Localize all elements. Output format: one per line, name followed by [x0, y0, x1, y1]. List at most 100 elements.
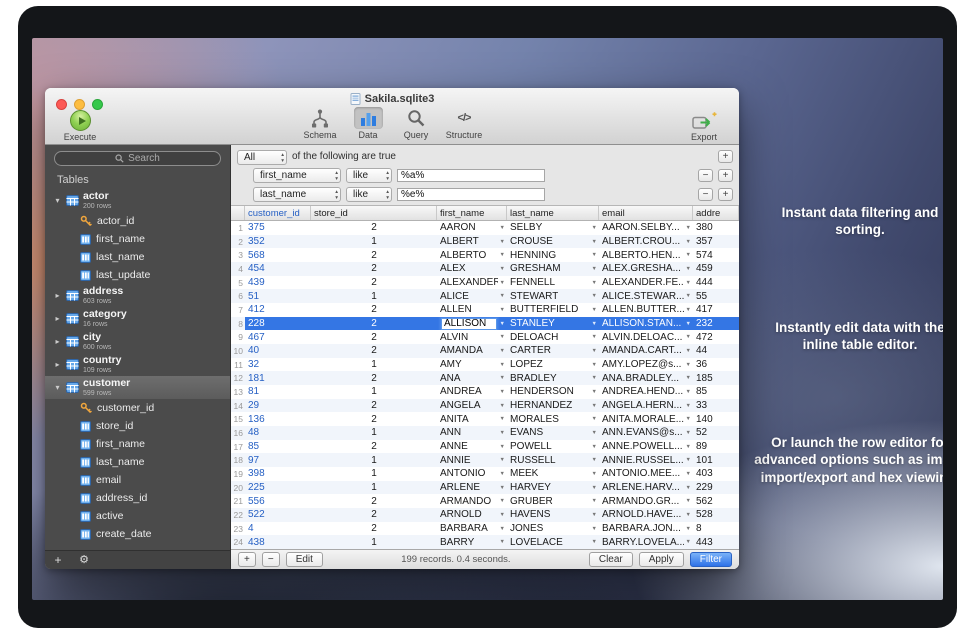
- cell-store_id[interactable]: 2: [311, 371, 437, 385]
- add-table-button[interactable]: +: [45, 551, 71, 569]
- cell-first_name[interactable]: ARMANDO▼: [437, 494, 507, 508]
- cell-last_name[interactable]: GRUBER▼: [507, 494, 599, 508]
- cell-address_id[interactable]: 185: [693, 371, 739, 385]
- sidebar-field-actor_id[interactable]: actor_id: [45, 212, 230, 230]
- cell-customer_id[interactable]: 439: [245, 276, 311, 290]
- cell-last_name[interactable]: EVANS▼: [507, 426, 599, 440]
- table-row-19[interactable]: 193981ANTONIO▼MEEK▼ANTONIO.MEE...▼403: [231, 467, 739, 481]
- cell-customer_id[interactable]: 181: [245, 371, 311, 385]
- table-row-15[interactable]: 151362ANITA▼MORALES▼ANITA.MORALE...▼140: [231, 412, 739, 426]
- inline-edit-field[interactable]: ALLISON: [441, 318, 497, 330]
- cell-address_id[interactable]: 403: [693, 467, 739, 481]
- cell-store_id[interactable]: 2: [311, 344, 437, 358]
- cell-email[interactable]: ANGELA.HERN...▼: [599, 399, 693, 413]
- sidebar-table-category[interactable]: ▸category16 rows: [45, 307, 230, 330]
- cell-last_name[interactable]: LOVELACE▼: [507, 535, 599, 549]
- rule-field-popup[interactable]: first_name▴▾: [253, 168, 341, 183]
- sidebar-field-address_id[interactable]: address_id: [45, 489, 230, 507]
- table-row-23[interactable]: 2342BARBARA▼JONES▼BARBARA.JON...▼8: [231, 522, 739, 536]
- gear-icon[interactable]: ⚙: [71, 551, 97, 569]
- cell-email[interactable]: ANA.BRADLEY...▼: [599, 371, 693, 385]
- cell-last_name[interactable]: HAVENS▼: [507, 508, 599, 522]
- cell-email[interactable]: BARRY.LOVELA...▼: [599, 535, 693, 549]
- cell-last_name[interactable]: CROUSE▼: [507, 235, 599, 249]
- cell-first_name[interactable]: ANTONIO▼: [437, 467, 507, 481]
- table-row-13[interactable]: 13811ANDREA▼HENDERSON▼ANDREA.HEND...▼85: [231, 385, 739, 399]
- rule-value-input[interactable]: %a%: [397, 169, 545, 182]
- table-row-24[interactable]: 244381BARRY▼LOVELACE▼BARRY.LOVELA...▼443: [231, 535, 739, 549]
- cell-customer_id[interactable]: 29: [245, 399, 311, 413]
- column-header-customer_id[interactable]: customer_id: [245, 206, 311, 220]
- cell-address_id[interactable]: 357: [693, 235, 739, 249]
- cell-last_name[interactable]: FENNELL▼: [507, 276, 599, 290]
- table-row-10[interactable]: 10402AMANDA▼CARTER▼AMANDA.CART...▼44: [231, 344, 739, 358]
- cell-store_id[interactable]: 2: [311, 508, 437, 522]
- cell-last_name[interactable]: MORALES▼: [507, 412, 599, 426]
- sidebar-field-last_name[interactable]: last_name: [45, 248, 230, 266]
- cell-customer_id[interactable]: 32: [245, 358, 311, 372]
- sidebar-field-customer_id[interactable]: customer_id: [45, 399, 230, 417]
- cell-last_name[interactable]: CARTER▼: [507, 344, 599, 358]
- cell-address_id[interactable]: 229: [693, 481, 739, 495]
- cell-store_id[interactable]: 2: [311, 262, 437, 276]
- cell-address_id[interactable]: 89: [693, 440, 739, 454]
- sidebar-table-country[interactable]: ▸country109 rows: [45, 353, 230, 376]
- rule-operator-popup[interactable]: like▴▾: [346, 187, 392, 202]
- cell-email[interactable]: ANTONIO.MEE...▼: [599, 467, 693, 481]
- cell-customer_id[interactable]: 81: [245, 385, 311, 399]
- cell-customer_id[interactable]: 438: [245, 535, 311, 549]
- cell-email[interactable]: BARBARA.JON...▼: [599, 522, 693, 536]
- rule-field-popup[interactable]: last_name▴▾: [253, 187, 341, 202]
- cell-customer_id[interactable]: 375: [245, 221, 311, 235]
- table-row-5[interactable]: 54392ALEXANDER▼FENNELL▼ALEXANDER.FE...▼4…: [231, 276, 739, 290]
- sidebar-field-active[interactable]: active: [45, 507, 230, 525]
- cell-email[interactable]: ALBERTO.HEN...▼: [599, 248, 693, 262]
- cell-store_id[interactable]: 1: [311, 289, 437, 303]
- cell-email[interactable]: ANDREA.HEND...▼: [599, 385, 693, 399]
- sidebar-table-actor[interactable]: ▾actor200 rows: [45, 189, 230, 212]
- cell-address_id[interactable]: 101: [693, 453, 739, 467]
- toolbar-tab-schema[interactable]: Schema: [297, 107, 343, 140]
- cell-store_id[interactable]: 2: [311, 221, 437, 235]
- cell-address_id[interactable]: 574: [693, 248, 739, 262]
- cell-first_name[interactable]: ARLENE▼: [437, 481, 507, 495]
- chevron-down-icon[interactable]: ▾: [53, 196, 62, 205]
- cell-address_id[interactable]: 444: [693, 276, 739, 290]
- table-row-21[interactable]: 215562ARMANDO▼GRUBER▼ARMANDO.GR...▼562: [231, 494, 739, 508]
- cell-first_name[interactable]: ALLISON▼: [437, 317, 507, 331]
- cell-first_name[interactable]: ANGELA▼: [437, 399, 507, 413]
- cell-customer_id[interactable]: 225: [245, 481, 311, 495]
- table-row-12[interactable]: 121812ANA▼BRADLEY▼ANA.BRADLEY...▼185: [231, 371, 739, 385]
- cell-first_name[interactable]: ALLEN▼: [437, 303, 507, 317]
- remove-row-button[interactable]: −: [262, 552, 280, 567]
- cell-address_id[interactable]: 459: [693, 262, 739, 276]
- remove-rule-button[interactable]: −: [698, 188, 713, 201]
- cell-store_id[interactable]: 1: [311, 426, 437, 440]
- rule-value-input[interactable]: %e%: [397, 188, 545, 201]
- chevron-right-icon[interactable]: ▸: [53, 291, 62, 300]
- column-header-first_name[interactable]: first_name: [437, 206, 507, 220]
- cell-last_name[interactable]: BUTTERFIELD▼: [507, 303, 599, 317]
- cell-email[interactable]: ALICE.STEWAR...▼: [599, 289, 693, 303]
- clear-button[interactable]: Clear: [589, 552, 633, 567]
- cell-email[interactable]: ALLEN.BUTTER...▼: [599, 303, 693, 317]
- table-row-8[interactable]: 82282ALLISON▼STANLEY▼ALLISON.STAN...▼232: [231, 317, 739, 331]
- chevron-right-icon[interactable]: ▸: [53, 360, 62, 369]
- table-row-7[interactable]: 74122ALLEN▼BUTTERFIELD▼ALLEN.BUTTER...▼4…: [231, 303, 739, 317]
- sidebar-field-first_name[interactable]: first_name: [45, 435, 230, 453]
- cell-last_name[interactable]: POWELL▼: [507, 440, 599, 454]
- cell-customer_id[interactable]: 352: [245, 235, 311, 249]
- cell-store_id[interactable]: 1: [311, 358, 437, 372]
- cell-email[interactable]: ALLISON.STAN...▼: [599, 317, 693, 331]
- cell-email[interactable]: AARON.SELBY...▼: [599, 221, 693, 235]
- cell-customer_id[interactable]: 4: [245, 522, 311, 536]
- filter-button[interactable]: Filter: [690, 552, 732, 567]
- toolbar-tab-query[interactable]: Query: [393, 107, 439, 140]
- cell-address_id[interactable]: 443: [693, 535, 739, 549]
- apply-button[interactable]: Apply: [639, 552, 684, 567]
- cell-address_id[interactable]: 85: [693, 385, 739, 399]
- cell-store_id[interactable]: 1: [311, 535, 437, 549]
- cell-last_name[interactable]: RUSSELL▼: [507, 453, 599, 467]
- sidebar-field-email[interactable]: email: [45, 471, 230, 489]
- match-popup[interactable]: All▴▾: [237, 150, 287, 165]
